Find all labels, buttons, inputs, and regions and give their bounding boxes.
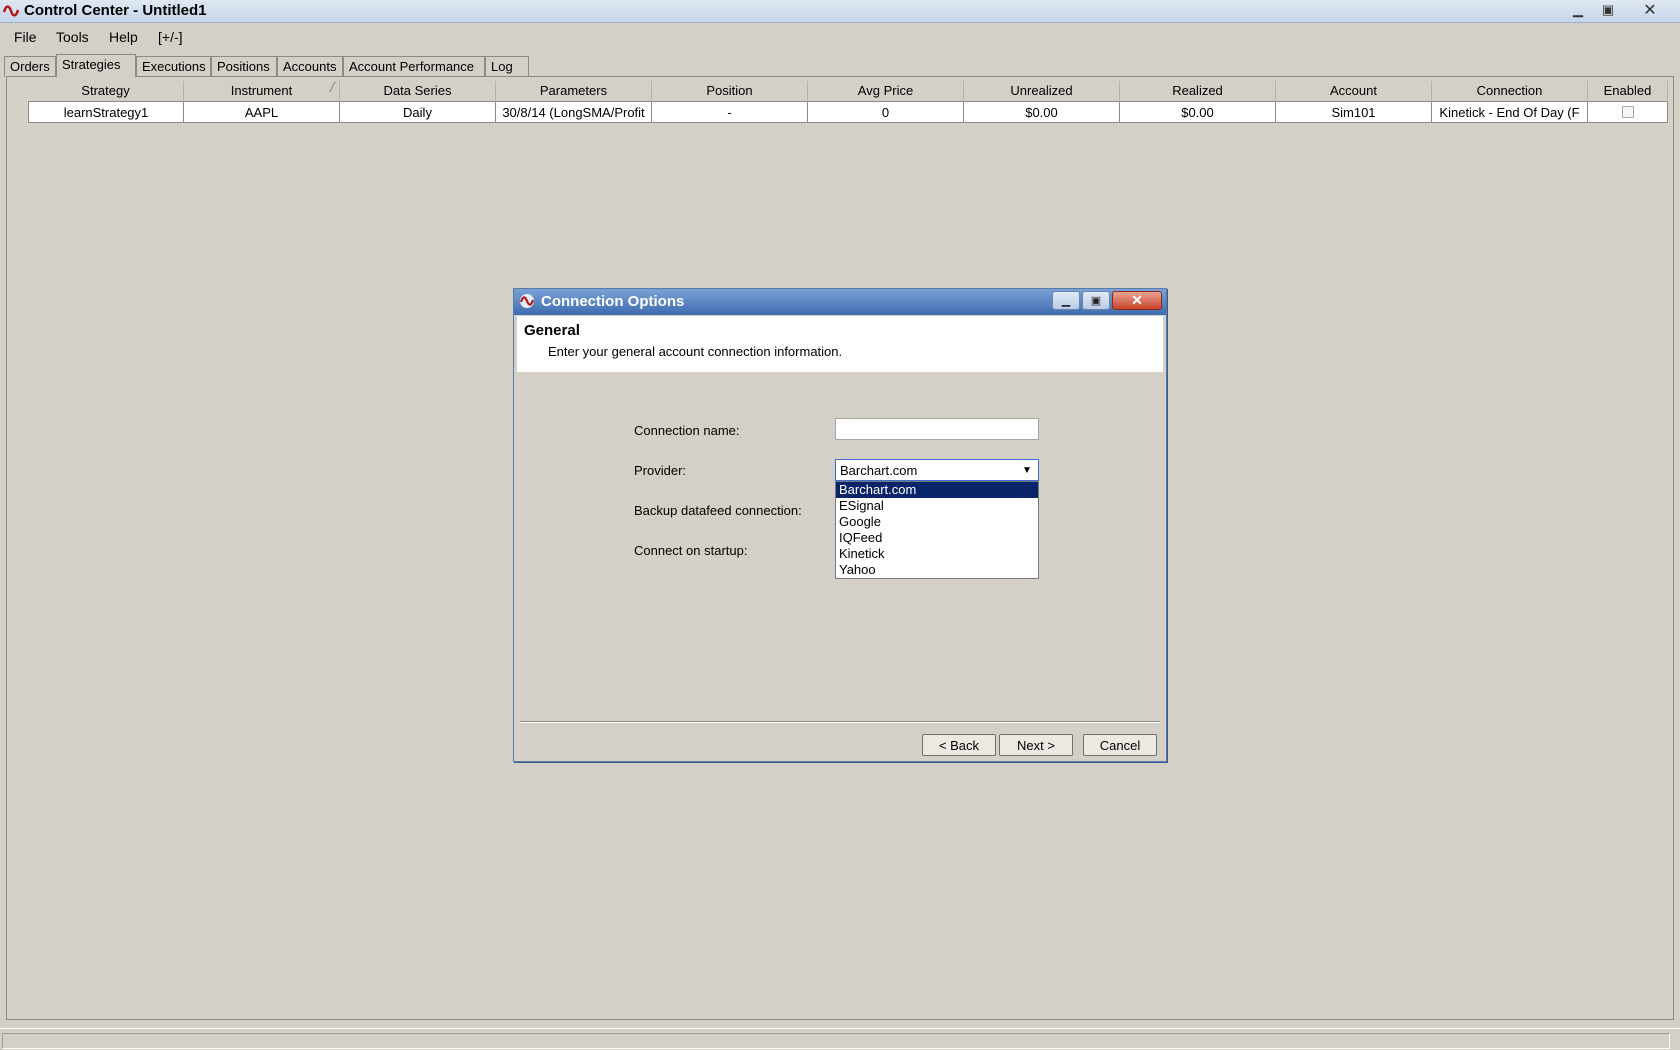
menu-help[interactable]: Help xyxy=(109,29,138,45)
dialog-separator xyxy=(520,721,1160,723)
window-titlebar: Control Center - Untitled1 ▁ ▣ ✕ xyxy=(0,0,1680,23)
menu-toggle[interactable]: [+/-] xyxy=(158,29,183,45)
col-header-unrealized[interactable]: Unrealized xyxy=(964,81,1120,102)
next-button[interactable]: Next > xyxy=(999,734,1073,756)
backup-datafeed-label: Backup datafeed connection: xyxy=(634,503,802,518)
dialog-header: General Enter your general account conne… xyxy=(517,316,1163,372)
provider-dropdown-list: Barchart.com ESignal Google IQFeed Kinet… xyxy=(835,481,1039,579)
cell-position: - xyxy=(652,102,808,123)
col-header-account[interactable]: Account xyxy=(1276,81,1432,102)
cell-data-series: Daily xyxy=(340,102,496,123)
col-header-connection[interactable]: Connection xyxy=(1432,81,1588,102)
dialog-titlebar: Connection Options ▁ ▣ ✕ xyxy=(514,289,1166,315)
close-icon[interactable]: ✕ xyxy=(1636,0,1664,20)
provider-option-google[interactable]: Google xyxy=(836,514,1038,530)
provider-option-iqfeed[interactable]: IQFeed xyxy=(836,530,1038,546)
connection-name-label: Connection name: xyxy=(634,423,740,438)
cell-instrument: AAPL xyxy=(184,102,340,123)
menu-bar: File Tools Help [+/-] xyxy=(0,24,1680,50)
connection-name-field[interactable] xyxy=(835,418,1039,440)
restore-icon[interactable]: ▣ xyxy=(1594,0,1622,20)
menu-tools[interactable]: Tools xyxy=(56,29,89,45)
table-row[interactable]: learnStrategy1 AAPL Daily 30/8/14 (LongS… xyxy=(28,102,1668,123)
dialog-title: Connection Options xyxy=(541,293,685,310)
menu-file[interactable]: File xyxy=(14,29,37,45)
app-logo-icon xyxy=(519,294,535,308)
tab-account-performance[interactable]: Account Performance xyxy=(343,56,485,77)
provider-option-barchart[interactable]: Barchart.com xyxy=(836,482,1038,498)
tab-strip: Orders Strategies Executions Positions A… xyxy=(4,54,1674,77)
sort-indicator-icon: ╱ xyxy=(329,82,335,92)
tab-positions[interactable]: Positions xyxy=(211,56,277,77)
col-header-position[interactable]: Position xyxy=(652,81,808,102)
cell-unrealized: $0.00 xyxy=(964,102,1120,123)
provider-option-esignal[interactable]: ESignal xyxy=(836,498,1038,514)
provider-option-yahoo[interactable]: Yahoo xyxy=(836,562,1038,578)
back-button[interactable]: < Back xyxy=(922,734,996,756)
dialog-minimize-icon[interactable]: ▁ xyxy=(1052,291,1080,310)
col-header-parameters[interactable]: Parameters xyxy=(496,81,652,102)
enabled-checkbox[interactable] xyxy=(1621,106,1634,118)
cell-enabled xyxy=(1588,102,1668,123)
cell-strategy: learnStrategy1 xyxy=(28,102,184,123)
col-header-instrument[interactable]: Instrument ╱ xyxy=(184,81,340,102)
cell-avg-price: 0 xyxy=(808,102,964,123)
connect-on-startup-label: Connect on startup: xyxy=(634,543,748,558)
dialog-maximize-icon[interactable]: ▣ xyxy=(1082,291,1110,310)
col-header-instrument-label: Instrument xyxy=(230,83,293,98)
status-bar-panel xyxy=(2,1033,1670,1049)
section-title: General xyxy=(524,322,580,339)
tab-accounts[interactable]: Accounts xyxy=(277,56,343,77)
tab-executions[interactable]: Executions xyxy=(136,56,211,77)
minimize-icon[interactable]: ▁ xyxy=(1564,0,1592,20)
section-subtitle: Enter your general account connection in… xyxy=(548,344,843,359)
col-header-strategy[interactable]: Strategy xyxy=(28,81,184,102)
col-header-data-series[interactable]: Data Series xyxy=(340,81,496,102)
cell-realized: $0.00 xyxy=(1120,102,1276,123)
tab-orders[interactable]: Orders xyxy=(4,56,56,77)
provider-label: Provider: xyxy=(634,463,687,478)
dialog-close-icon[interactable]: ✕ xyxy=(1112,291,1162,310)
col-header-realized[interactable]: Realized xyxy=(1120,81,1276,102)
chevron-down-icon[interactable]: ▼ xyxy=(1018,461,1036,479)
cell-parameters: 30/8/14 (LongSMA/Profit xyxy=(496,102,652,123)
cell-account: Sim101 xyxy=(1276,102,1432,123)
col-header-avg-price[interactable]: Avg Price xyxy=(808,81,964,102)
provider-select[interactable]: Barchart.com ▼ xyxy=(835,459,1039,481)
tab-strategies[interactable]: Strategies xyxy=(56,54,136,77)
strategies-grid: Strategy Instrument ╱ Data Series Parame… xyxy=(28,81,1668,123)
app-logo-icon xyxy=(2,5,20,17)
grid-header-row: Strategy Instrument ╱ Data Series Parame… xyxy=(28,81,1668,102)
connection-options-dialog: Connection Options ▁ ▣ ✕ General Enter y… xyxy=(513,288,1167,762)
window-title: Control Center - Untitled1 xyxy=(24,2,207,19)
provider-option-kinetick[interactable]: Kinetick xyxy=(836,546,1038,562)
cancel-button[interactable]: Cancel xyxy=(1083,734,1157,756)
cell-connection: Kinetick - End Of Day (F xyxy=(1432,102,1588,123)
provider-selected-value: Barchart.com xyxy=(837,461,1017,479)
status-bar xyxy=(0,1028,1680,1050)
col-header-enabled[interactable]: Enabled xyxy=(1588,81,1668,102)
tab-log[interactable]: Log xyxy=(485,56,529,77)
